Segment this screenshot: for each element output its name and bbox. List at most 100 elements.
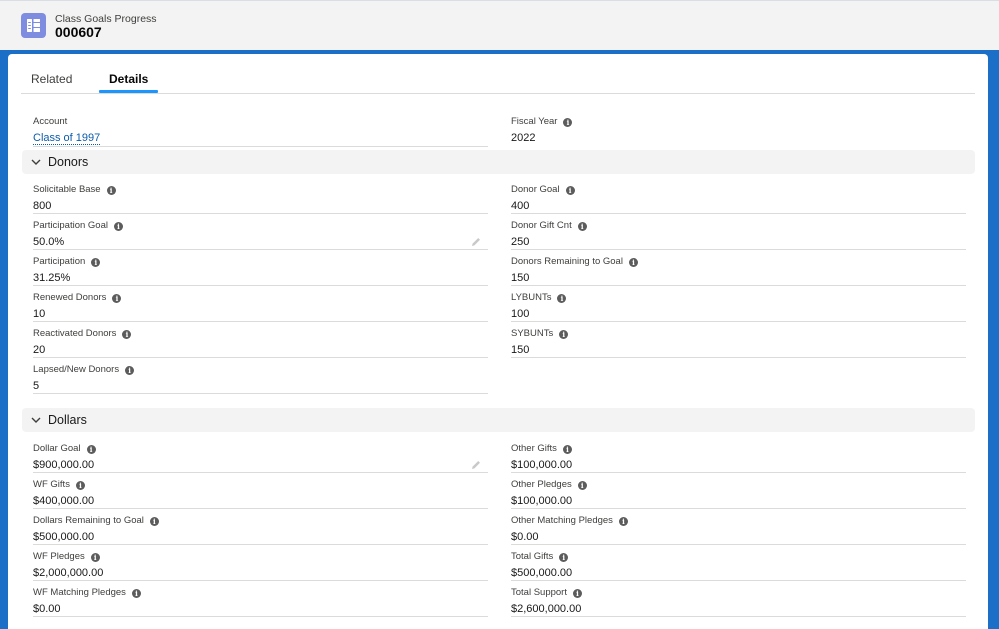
field-total-gifts: Total Gifts i $500,000.00 — [511, 545, 966, 581]
field-value: 800 — [33, 200, 52, 212]
field-label: WF Pledges i — [33, 551, 100, 562]
field-value: 50.0% — [33, 236, 65, 248]
info-icon[interactable]: i — [112, 294, 122, 303]
field-dollar-goal: Dollar Goal i $900,000.00 — [33, 437, 488, 473]
field-value: 250 — [511, 236, 530, 248]
field-value: 5 — [33, 380, 40, 392]
field-label: Other Matching Pledges i — [511, 515, 628, 526]
field-value: $0.00 — [33, 603, 61, 615]
field-value: $500,000.00 — [33, 531, 95, 543]
field-label: Fiscal Year i — [511, 116, 573, 127]
info-icon[interactable]: i — [577, 481, 587, 490]
field-label: Dollar Goal i — [33, 443, 96, 454]
info-icon[interactable]: i — [91, 258, 101, 267]
section-title: Dollars — [48, 413, 87, 427]
info-icon[interactable]: i — [572, 589, 582, 598]
field-label: Donor Goal i — [511, 184, 575, 195]
field-other-pledges: Other Pledges i $100,000.00 — [511, 473, 966, 509]
field-donor-gift-cnt: Donor Gift Cnt i 250 — [511, 214, 966, 250]
field-value: $400,000.00 — [33, 495, 95, 507]
field-wf-matching-pledges: WF Matching Pledges i $0.00 — [33, 581, 488, 617]
field-solicitable-base: Solicitable Base i 800 — [33, 178, 488, 214]
field-value: 100 — [511, 308, 530, 320]
field-label: Lapsed/New Donors i — [33, 364, 135, 375]
field-value: 20 — [33, 344, 46, 356]
field-label: Other Pledges i — [511, 479, 587, 490]
info-icon[interactable]: i — [75, 481, 85, 490]
info-icon[interactable]: i — [559, 330, 569, 339]
field-donors-remaining: Donors Remaining to Goal i 150 — [511, 250, 966, 286]
tab-bar: Related Details — [21, 70, 975, 94]
record-detail-card: Related Details Account Class of 1997 Fi… — [8, 54, 988, 629]
field-label: Reactivated Donors i — [33, 328, 132, 339]
field-value: $0.00 — [511, 531, 539, 543]
field-label: Renewed Donors i — [33, 292, 122, 303]
field-other-matching-pledges: Other Matching Pledges i $0.00 — [511, 509, 966, 545]
field-lapsed-new-donors: Lapsed/New Donors i 5 — [33, 358, 488, 394]
field-value: $2,000,000.00 — [33, 567, 104, 579]
field-account: Account Class of 1997 — [33, 110, 488, 147]
info-icon[interactable]: i — [557, 294, 567, 303]
tab-related[interactable]: Related — [31, 72, 72, 86]
field-dollars-remaining: Dollars Remaining to Goal i $500,000.00 — [33, 509, 488, 545]
table-grid-icon — [21, 13, 46, 38]
field-value: $500,000.00 — [511, 567, 573, 579]
info-icon[interactable]: i — [563, 118, 573, 127]
info-icon[interactable]: i — [106, 186, 116, 195]
pencil-icon[interactable] — [470, 459, 482, 471]
field-label: Donors Remaining to Goal i — [511, 256, 638, 267]
scrollbar-track[interactable] — [991, 54, 999, 629]
field-label: LYBUNTs i — [511, 292, 567, 303]
tab-details[interactable]: Details — [109, 72, 148, 86]
field-value: 31.25% — [33, 272, 71, 284]
field-other-gifts: Other Gifts i $100,000.00 — [511, 437, 966, 473]
chevron-down-icon — [31, 159, 41, 165]
active-tab-indicator — [99, 90, 158, 93]
field-renewed-donors: Renewed Donors i 10 — [33, 286, 488, 322]
field-value: 400 — [511, 200, 530, 212]
info-icon[interactable]: i — [113, 222, 123, 231]
info-icon[interactable]: i — [131, 589, 141, 598]
field-value: 150 — [511, 272, 530, 284]
field-label: Participation Goal i — [33, 220, 123, 231]
field-label: Other Gifts i — [511, 443, 572, 454]
field-value: 10 — [33, 308, 46, 320]
info-icon[interactable]: i — [90, 553, 100, 562]
field-fiscal-year: Fiscal Year i 2022 — [511, 110, 966, 146]
info-icon[interactable]: i — [628, 258, 638, 267]
field-value: $900,000.00 — [33, 459, 95, 471]
field-label: Total Support i — [511, 587, 582, 598]
info-icon[interactable]: i — [149, 517, 159, 526]
field-label: WF Gifts i — [33, 479, 85, 490]
info-icon[interactable]: i — [559, 553, 569, 562]
info-icon[interactable]: i — [122, 330, 132, 339]
field-value: $100,000.00 — [511, 459, 573, 471]
section-donors-header[interactable]: Donors — [22, 150, 975, 174]
field-label: Solicitable Base i — [33, 184, 116, 195]
field-label: Participation i — [33, 256, 101, 267]
account-link[interactable]: Class of 1997 — [33, 132, 101, 145]
field-wf-pledges: WF Pledges i $2,000,000.00 — [33, 545, 488, 581]
field-value: $2,600,000.00 — [511, 603, 582, 615]
field-label: Dollars Remaining to Goal i — [33, 515, 159, 526]
section-dollars-header[interactable]: Dollars — [22, 408, 975, 432]
pencil-icon[interactable] — [470, 236, 482, 248]
field-reactivated-donors: Reactivated Donors i 20 — [33, 322, 488, 358]
info-icon[interactable]: i — [577, 222, 587, 231]
field-wf-gifts: WF Gifts i $400,000.00 — [33, 473, 488, 509]
field-value: 2022 — [511, 132, 536, 144]
field-value: 150 — [511, 344, 530, 356]
field-participation-goal: Participation Goal i 50.0% — [33, 214, 488, 250]
field-total-support: Total Support i $2,600,000.00 — [511, 581, 966, 617]
info-icon[interactable]: i — [125, 366, 135, 375]
section-title: Donors — [48, 155, 89, 169]
record-header: Class Goals Progress 000607 — [0, 0, 999, 50]
info-icon[interactable]: i — [565, 186, 575, 195]
field-participation: Participation i 31.25% — [33, 250, 488, 286]
info-icon[interactable]: i — [618, 517, 628, 526]
field-lybunts: LYBUNTs i 100 — [511, 286, 966, 322]
field-sybunts: SYBUNTs i 150 — [511, 322, 966, 358]
info-icon[interactable]: i — [562, 445, 572, 454]
chevron-down-icon — [31, 417, 41, 423]
info-icon[interactable]: i — [86, 445, 96, 454]
